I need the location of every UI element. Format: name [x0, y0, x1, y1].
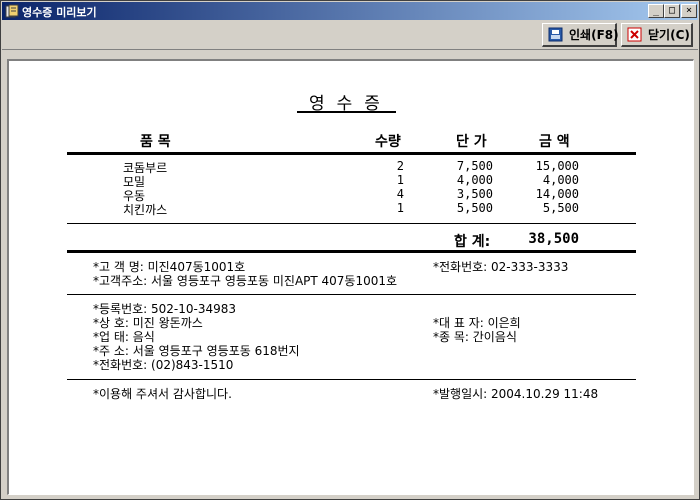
header-amount: 금 액: [539, 134, 570, 150]
close-button[interactable]: 닫기(C): [621, 23, 693, 47]
close-window-button[interactable]: ×: [681, 4, 697, 18]
item-name: 치킨까스: [123, 203, 168, 217]
minimize-button[interactable]: _: [648, 4, 664, 18]
items-rule: [67, 223, 636, 224]
title-bar[interactable]: 영수증 미리보기 _ □ ×: [2, 2, 698, 20]
customer-rule: [67, 294, 636, 295]
item-unit-price: 3,500: [456, 187, 493, 201]
close-button-label: 닫기(C): [648, 28, 690, 42]
item-amount: 14,000: [535, 187, 579, 201]
item-qty: 2: [396, 159, 404, 173]
customer-phone: *전화번호: 02-333-3333: [433, 260, 569, 274]
item-qty: 1: [396, 173, 404, 187]
issued-at: *발행일시: 2004.10.29 11:48: [433, 387, 599, 401]
print-button[interactable]: 인쇄(F8): [542, 23, 619, 47]
header-unit-price: 단 가: [456, 134, 487, 150]
item-amount: 15,000: [535, 159, 579, 173]
business-phone: *전화번호: (02)843-1510: [93, 358, 234, 372]
business-category: *종 목: 간이음식: [433, 330, 517, 344]
print-button-label: 인쇄(F8): [569, 28, 619, 42]
total-label: 합 계:: [454, 234, 491, 250]
printer-icon: [548, 27, 563, 42]
item-unit-price: 5,500: [456, 201, 493, 215]
header-qty: 수량: [375, 134, 401, 150]
header-item: 품 목: [140, 134, 171, 150]
preview-window: 영수증 미리보기 _ □ × 인쇄(F8) 닫기(C) 영수증 품 목 수량 단…: [0, 0, 700, 500]
title-underline: [297, 111, 396, 113]
thanks-message: *이용해 주셔서 감사합니다.: [93, 387, 232, 401]
maximize-button[interactable]: □: [664, 4, 680, 18]
item-amount: 4,000: [542, 173, 579, 187]
item-qty: 4: [396, 187, 404, 201]
window-title: 영수증 미리보기: [22, 6, 97, 19]
close-icon: [627, 27, 642, 42]
header-rule: [67, 152, 636, 155]
receipt-paper[interactable]: 영수증 품 목 수량 단 가 금 액 코돔부르 2 7,500 15,000 모…: [7, 59, 694, 495]
item-qty: 1: [396, 201, 404, 215]
toolbar: 인쇄(F8) 닫기(C): [2, 20, 698, 50]
business-rule: [67, 379, 636, 380]
item-unit-price: 7,500: [456, 159, 493, 173]
customer-address: *고객주소: 서울 영등포구 영등포동 미진APT 407동1001호: [93, 274, 398, 288]
app-icon: [5, 4, 19, 18]
item-amount: 5,500: [542, 201, 579, 215]
item-unit-price: 4,000: [456, 173, 493, 187]
total-rule: [67, 250, 636, 253]
total-value: 38,500: [528, 231, 579, 247]
